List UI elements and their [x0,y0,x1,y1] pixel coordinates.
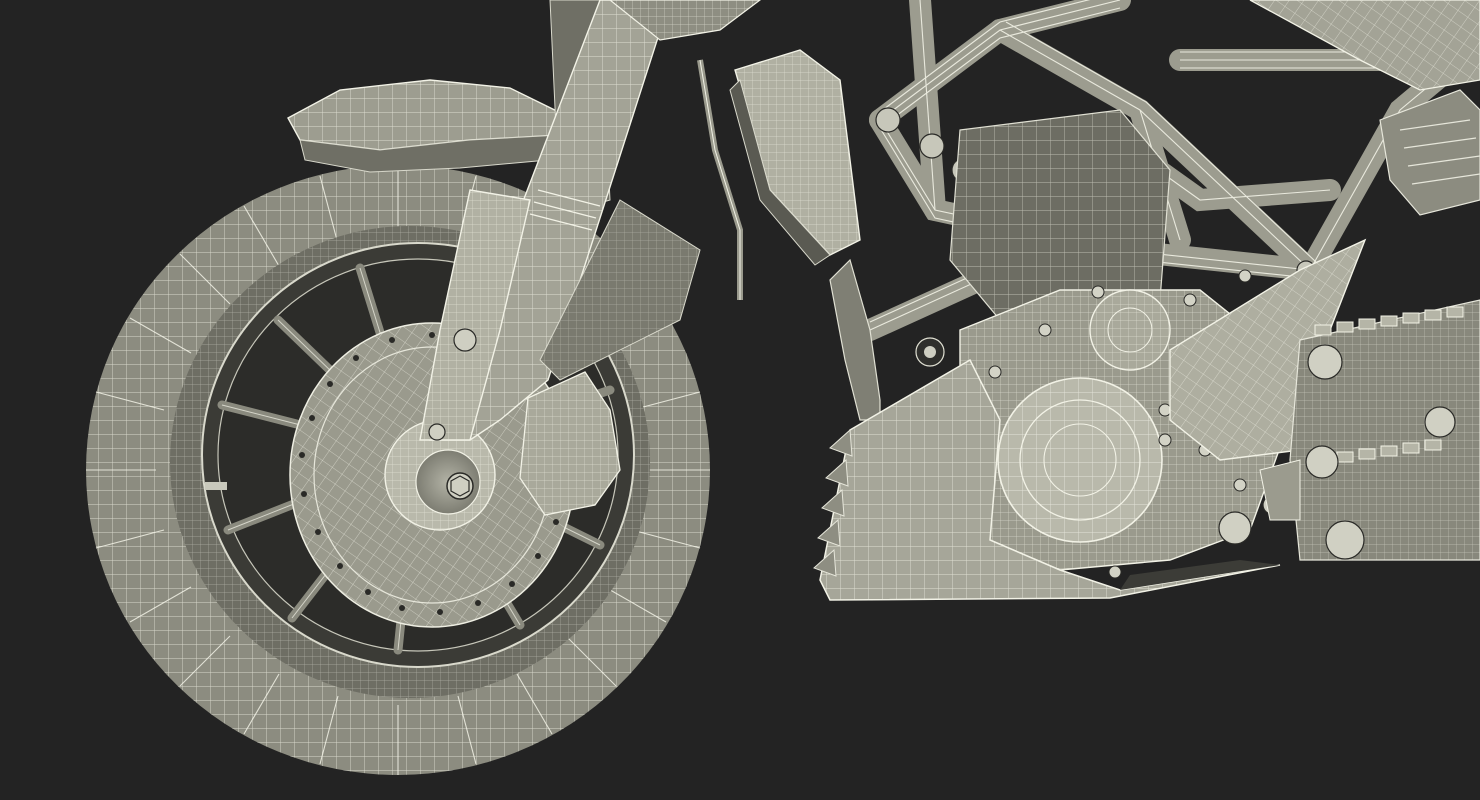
wireframe-render-viewport [0,0,1480,800]
fork-bolt [428,423,446,441]
fork-bolt [453,328,477,352]
valve-stem [205,482,227,490]
